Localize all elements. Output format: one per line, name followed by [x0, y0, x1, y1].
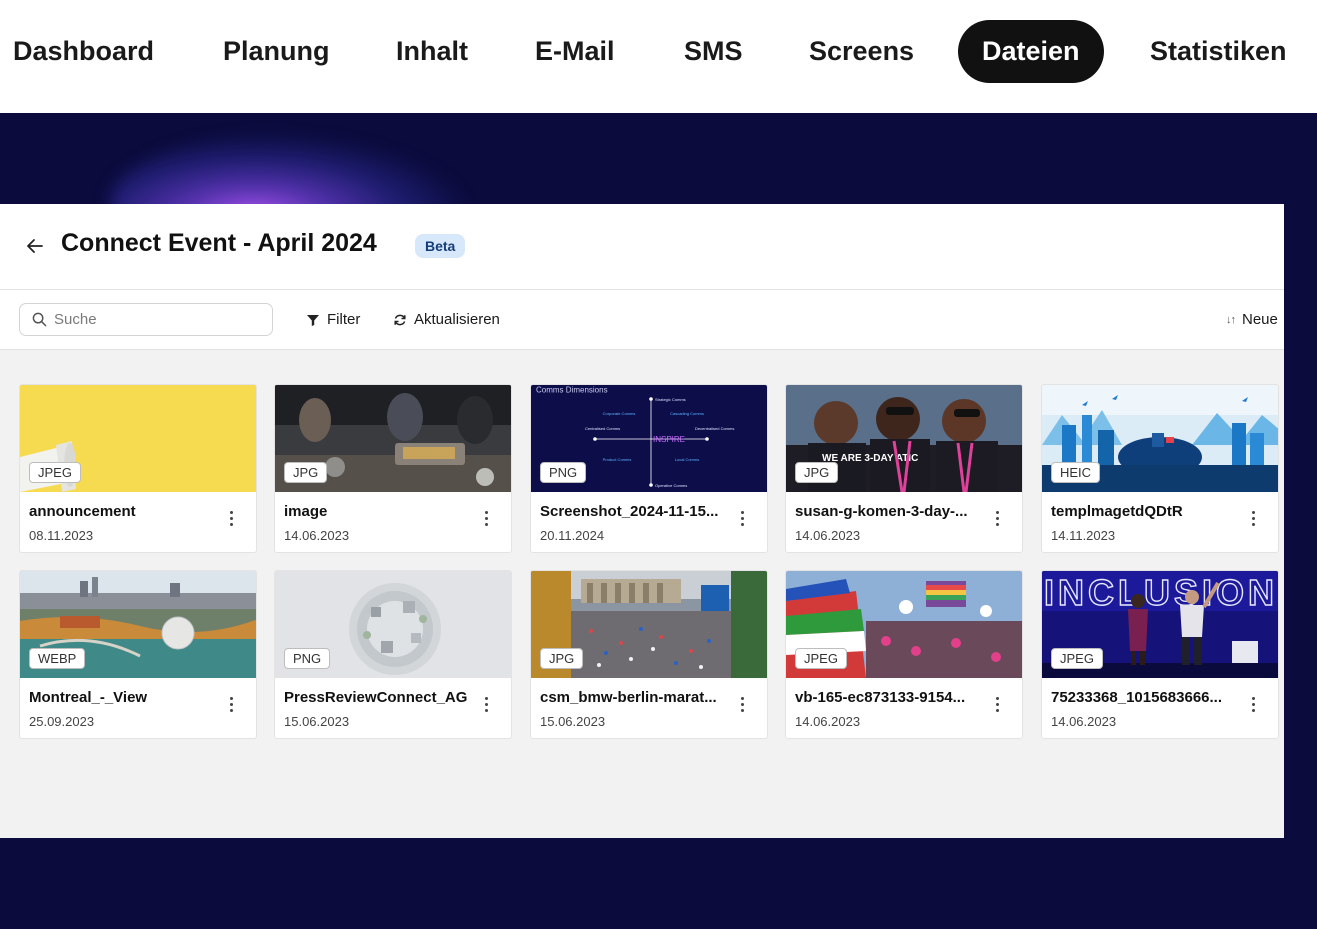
file-name: 75233368_1015683666... — [1051, 689, 1223, 706]
hero-glow — [110, 133, 470, 204]
file-name: PressReviewConnect_AG — [284, 689, 468, 706]
file-card[interactable]: INCLUSION JPEG 75233368_1015683666... 14… — [1041, 570, 1279, 739]
refresh-icon — [394, 314, 406, 326]
file-date: 14.06.2023 — [284, 528, 350, 543]
file-card[interactable]: JPG image 14.06.2023 — [274, 384, 512, 553]
nav-screens[interactable]: Screens — [785, 20, 938, 83]
file-name: vb-165-ec873133-9154... — [795, 689, 966, 706]
file-date: 14.06.2023 — [1051, 714, 1117, 729]
more-options-icon[interactable] — [986, 693, 1008, 715]
diagram-bottom-label: Operative Comms — [655, 483, 687, 488]
file-date: 15.06.2023 — [284, 714, 350, 729]
format-badge: HEIC — [1051, 462, 1101, 483]
format-badge: JPG — [284, 462, 328, 483]
more-options-icon[interactable] — [220, 507, 242, 529]
sort-arrows-icon: ↓↑ — [1226, 314, 1236, 326]
top-nav: Dashboard Planung Inhalt E-Mail SMS Scre… — [0, 0, 1317, 113]
refresh-button[interactable]: Aktualisieren — [393, 310, 500, 330]
file-card[interactable]: WEBP Montreal_-_View 25.09.2023 — [19, 570, 257, 739]
format-badge: PNG — [540, 462, 587, 483]
funnel-icon — [307, 315, 319, 326]
diagram-q4-label: Local Comms — [675, 457, 699, 462]
file-card[interactable]: Comms Dimensions INSPIRE Strategic Comms… — [530, 384, 768, 553]
search-icon — [32, 312, 47, 327]
banner-text: INCLUSION — [1044, 572, 1278, 613]
beta-badge: Beta — [415, 234, 466, 258]
file-date: 20.11.2024 — [540, 528, 605, 543]
file-card[interactable]: JPEG announcement 08.11.2023 — [19, 384, 257, 553]
nav-planung[interactable]: Planung — [199, 20, 354, 83]
format-badge: JPEG — [29, 462, 81, 483]
sort-label: Neue — [1242, 311, 1278, 328]
page-title: Connect Event - April 2024 — [61, 229, 377, 257]
panel-header: Connect Event - April 2024 Beta — [0, 204, 1284, 290]
toolbar: Filter Aktualisieren ↓↑ Neue — [0, 290, 1284, 350]
file-date: 08.11.2023 — [29, 528, 94, 543]
file-name: announcement — [29, 503, 136, 520]
format-badge: PNG — [284, 648, 331, 669]
file-card[interactable]: HEIC templmagetdQDtR 14.11.2023 — [1041, 384, 1279, 553]
nav-dashboard[interactable]: Dashboard — [0, 20, 178, 83]
more-options-icon[interactable] — [220, 693, 242, 715]
search-input[interactable] — [54, 304, 264, 335]
file-name: image — [284, 503, 328, 520]
file-name: susan-g-komen-3-day-... — [795, 503, 968, 520]
file-date: 15.06.2023 — [540, 714, 606, 729]
filter-button[interactable]: Filter — [306, 310, 360, 330]
more-options-icon[interactable] — [1242, 693, 1264, 715]
diagram-q3-label: Product Comms — [603, 457, 632, 462]
diagram-title: Comms Dimensions — [536, 386, 608, 395]
sort-button[interactable]: ↓↑ Neue — [1226, 310, 1278, 330]
nav-email[interactable]: E-Mail — [511, 20, 639, 83]
file-card[interactable]: PNG PressReviewConnect_AG 15.06.2023 — [274, 570, 512, 739]
file-date: 14.06.2023 — [795, 714, 861, 729]
filter-label: Filter — [327, 311, 361, 328]
search-box[interactable] — [19, 303, 273, 336]
diagram-left-label: Centralised Comms — [585, 426, 620, 431]
nav-sms[interactable]: SMS — [660, 20, 767, 83]
more-options-icon[interactable] — [475, 507, 497, 529]
more-options-icon[interactable] — [731, 507, 753, 529]
nav-statistiken[interactable]: Statistiken — [1126, 20, 1311, 83]
files-panel: Connect Event - April 2024 Beta Filter A… — [0, 204, 1284, 838]
nav-inhalt[interactable]: Inhalt — [372, 20, 492, 83]
file-name: Montreal_-_View — [29, 689, 148, 706]
format-badge: WEBP — [29, 648, 86, 669]
file-name: templmagetdQDtR — [1051, 503, 1183, 520]
diagram-q1-label: Corporate Comms — [603, 411, 636, 416]
arrow-left-icon[interactable] — [26, 234, 46, 258]
file-date: 25.09.2023 — [29, 714, 95, 729]
format-badge: JPEG — [795, 648, 847, 669]
file-date: 14.11.2023 — [1051, 528, 1116, 543]
format-badge: JPEG — [1051, 648, 1103, 669]
diagram-center-label: INSPIRE — [653, 435, 685, 444]
diagram-q2-label: Cascading Comms — [670, 411, 704, 416]
file-card[interactable]: JPG csm_bmw-berlin-marat... 15.06.2023 — [530, 570, 768, 739]
file-date: 14.06.2023 — [795, 528, 861, 543]
more-options-icon[interactable] — [986, 507, 1008, 529]
diagram-right-label: Decentralised Comms — [695, 426, 734, 431]
file-card[interactable]: WE ARE 3-DAY ATIC JPG susan-g-komen-3-da… — [785, 384, 1023, 553]
more-options-icon[interactable] — [1242, 507, 1264, 529]
file-card[interactable]: JPEG vb-165-ec873133-9154... 14.06.2023 — [785, 570, 1023, 739]
more-options-icon[interactable] — [475, 693, 497, 715]
nav-dateien[interactable]: Dateien — [958, 20, 1104, 83]
file-name: csm_bmw-berlin-marat... — [540, 689, 717, 706]
diagram-top-label: Strategic Comms — [655, 397, 686, 402]
refresh-label: Aktualisieren — [414, 311, 500, 328]
format-badge: JPG — [795, 462, 839, 483]
format-badge: JPG — [540, 648, 584, 669]
more-options-icon[interactable] — [731, 693, 753, 715]
hero-banner — [0, 113, 1317, 204]
file-name: Screenshot_2024-11-15... — [540, 503, 719, 520]
